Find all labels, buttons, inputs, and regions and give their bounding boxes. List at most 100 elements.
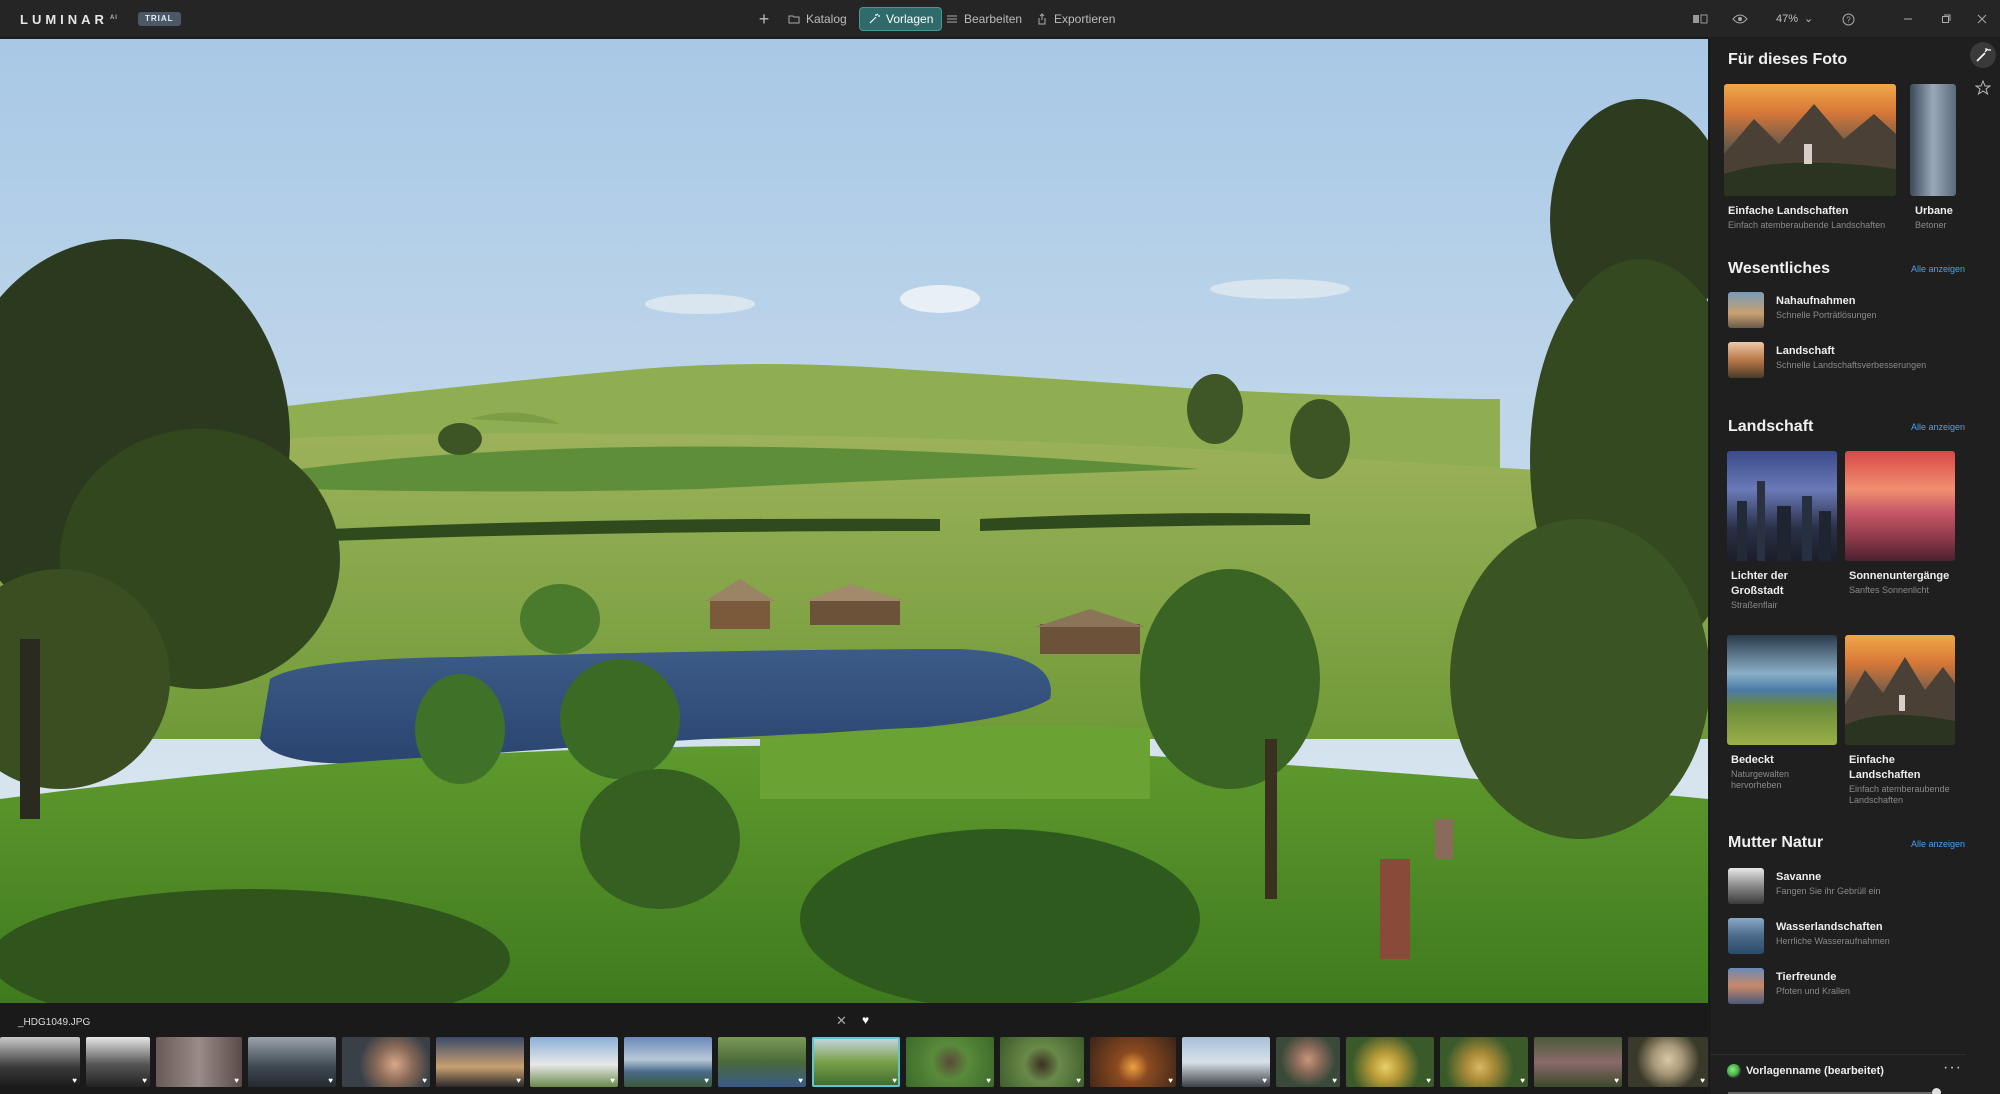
card-title-line1: Bedeckt bbox=[1731, 754, 1774, 766]
heart-icon[interactable]: ♥ bbox=[1076, 1076, 1081, 1085]
heart-icon[interactable]: ♥ bbox=[234, 1076, 239, 1085]
template-amount-bar: Vorlagenname (bearbeitet) ··· bbox=[1710, 1054, 1976, 1094]
thumbnail[interactable]: ♥ bbox=[436, 1037, 524, 1087]
section-title-for-photo: Für dieses Foto bbox=[1728, 51, 1848, 68]
template-thumb-savanna[interactable] bbox=[1728, 868, 1764, 904]
template-thumb-closeups[interactable] bbox=[1728, 292, 1764, 328]
filmstrip: _HDG1049.JPG ✕ ♥ ♥ ♥ ♥ ♥ ♥ ♥ ♥ ♥ ♥ ♥ ♥ ♥… bbox=[0, 1003, 1708, 1094]
minimize-icon[interactable] bbox=[1898, 9, 1918, 29]
heart-icon[interactable]: ♥ bbox=[1700, 1076, 1705, 1085]
card-title-line2: Landschaften bbox=[1849, 769, 1921, 781]
template-name: Vorlagenname (bearbeitet) bbox=[1746, 1065, 1884, 1077]
thumbnail[interactable]: ♥ bbox=[1182, 1037, 1270, 1087]
folder-icon bbox=[788, 15, 800, 24]
thumbnail-selected[interactable]: ♥ bbox=[812, 1037, 900, 1087]
add-button[interactable]: + bbox=[752, 7, 776, 31]
thumbnail[interactable]: ♥ bbox=[86, 1037, 150, 1087]
thumbnail[interactable]: ♥ bbox=[906, 1037, 994, 1087]
thumbnail[interactable]: ♥ bbox=[0, 1037, 80, 1087]
template-title[interactable]: Tierfreunde bbox=[1776, 971, 1836, 983]
tab-vorlagen[interactable]: Vorlagen bbox=[859, 7, 943, 31]
heart-icon[interactable]: ♥ bbox=[892, 1076, 897, 1085]
template-card-sunsets[interactable] bbox=[1845, 451, 1955, 561]
heart-icon[interactable]: ♥ bbox=[72, 1076, 77, 1085]
card-subtitle: Einfach atemberaubende Landschaften bbox=[1728, 220, 1886, 230]
thumbnail[interactable]: ♥ bbox=[624, 1037, 712, 1087]
template-card-overcast[interactable] bbox=[1727, 635, 1837, 745]
card-subtitle: Straßenflair bbox=[1731, 600, 1778, 610]
template-title[interactable]: Wasserlandschaften bbox=[1776, 921, 1883, 933]
show-all-link[interactable]: Alle anzeigen bbox=[1911, 264, 1965, 274]
template-card-urban[interactable] bbox=[1910, 84, 1956, 196]
heart-icon[interactable]: ♥ bbox=[798, 1076, 803, 1085]
thumbnail[interactable]: ♥ bbox=[718, 1037, 806, 1087]
compare-icon[interactable] bbox=[1690, 9, 1710, 29]
thumbnail[interactable]: ♥ bbox=[1440, 1037, 1528, 1087]
export-icon bbox=[1038, 13, 1046, 25]
show-all-link[interactable]: Alle anzeigen bbox=[1911, 839, 1965, 849]
zoom-control[interactable]: 47% ⌄ bbox=[1776, 12, 1813, 26]
thumbnail-strip: ♥ ♥ ♥ ♥ ♥ ♥ ♥ ♥ ♥ ♥ ♥ ♥ ♥ ♥ ♥ ♥ ♥ ♥ ♥ bbox=[0, 1037, 1708, 1089]
card-subtitle: Sanftes Sonnenlicht bbox=[1849, 585, 1930, 595]
restore-icon[interactable] bbox=[1936, 9, 1956, 29]
card-title-line1: Einfache bbox=[1849, 754, 1895, 766]
heart-icon[interactable]: ♥ bbox=[1332, 1076, 1337, 1085]
tab-katalog[interactable]: Katalog bbox=[780, 7, 855, 31]
thumbnail[interactable]: ♥ bbox=[248, 1037, 336, 1087]
template-card-simple-landscapes[interactable] bbox=[1724, 84, 1896, 196]
thumbnail[interactable]: ♥ bbox=[1090, 1037, 1176, 1087]
template-subtitle: Schnelle Porträtlösungen bbox=[1776, 310, 1877, 320]
amount-slider-handle[interactable] bbox=[1932, 1088, 1941, 1094]
thumbnail[interactable]: ♥ bbox=[342, 1037, 430, 1087]
template-card-city-lights[interactable] bbox=[1727, 451, 1837, 561]
app-logo: LUMINAR AI bbox=[20, 12, 118, 27]
heart-icon[interactable]: ♥ bbox=[142, 1076, 147, 1085]
heart-icon[interactable]: ♥ bbox=[1262, 1076, 1267, 1085]
eye-icon[interactable] bbox=[1730, 9, 1750, 29]
help-icon[interactable]: ? bbox=[1838, 9, 1858, 29]
heart-icon[interactable]: ♥ bbox=[862, 1013, 869, 1027]
close-icon[interactable]: ✕ bbox=[836, 1013, 847, 1029]
template-title[interactable]: Savanne bbox=[1776, 871, 1821, 883]
main-photo[interactable] bbox=[0, 39, 1708, 1003]
card-title-line1: Lichter der bbox=[1731, 570, 1788, 582]
heart-icon[interactable]: ♥ bbox=[1426, 1076, 1431, 1085]
close-icon[interactable] bbox=[1972, 9, 1992, 29]
section-title-landscape: Landschaft bbox=[1728, 418, 1814, 435]
logo-ai: AI bbox=[109, 14, 118, 21]
heart-icon[interactable]: ♥ bbox=[1168, 1076, 1173, 1085]
heart-icon[interactable]: ♥ bbox=[422, 1076, 427, 1085]
mountain-thumbnail bbox=[1724, 104, 1896, 196]
heart-icon[interactable]: ♥ bbox=[704, 1076, 709, 1085]
tab-vorlagen-label: Vorlagen bbox=[886, 12, 934, 26]
thumbnail[interactable]: ♥ bbox=[1534, 1037, 1622, 1087]
thumbnail[interactable]: ♥ bbox=[156, 1037, 242, 1087]
tab-exportieren[interactable]: Exportieren bbox=[1028, 7, 1123, 31]
heart-icon[interactable]: ♥ bbox=[610, 1076, 615, 1085]
template-subtitle: Herrliche Wasseraufnahmen bbox=[1776, 936, 1890, 946]
heart-icon[interactable]: ♥ bbox=[986, 1076, 991, 1085]
heart-icon[interactable]: ♥ bbox=[1520, 1076, 1525, 1085]
more-options-icon[interactable]: ··· bbox=[1943, 1059, 1962, 1077]
template-thumb-icon bbox=[1727, 1064, 1741, 1078]
template-thumb-waterscapes[interactable] bbox=[1728, 918, 1764, 954]
heart-icon[interactable]: ♥ bbox=[516, 1076, 521, 1085]
heart-icon[interactable]: ♥ bbox=[328, 1076, 333, 1085]
thumbnail[interactable]: ♥ bbox=[1276, 1037, 1340, 1087]
tab-katalog-label: Katalog bbox=[806, 12, 847, 26]
template-thumb-landscape[interactable] bbox=[1728, 342, 1764, 378]
star-icon[interactable] bbox=[1970, 75, 1996, 101]
show-all-link[interactable]: Alle anzeigen bbox=[1911, 422, 1965, 432]
thumbnail[interactable]: ♥ bbox=[1346, 1037, 1434, 1087]
template-thumb-animal-friends[interactable] bbox=[1728, 968, 1764, 1004]
thumbnail[interactable]: ♥ bbox=[530, 1037, 618, 1087]
logo-text: LUMINAR bbox=[20, 12, 108, 27]
magic-wand-icon[interactable] bbox=[1970, 42, 1996, 68]
heart-icon[interactable]: ♥ bbox=[1614, 1076, 1619, 1085]
template-title[interactable]: Nahaufnahmen bbox=[1776, 295, 1855, 307]
template-card-simple-landscapes-2[interactable] bbox=[1845, 635, 1955, 745]
thumbnail[interactable]: ♥ bbox=[1000, 1037, 1084, 1087]
tab-bearbeiten[interactable]: Bearbeiten bbox=[938, 7, 1030, 31]
template-title[interactable]: Landschaft bbox=[1776, 345, 1835, 357]
thumbnail[interactable]: ♥ bbox=[1628, 1037, 1708, 1087]
